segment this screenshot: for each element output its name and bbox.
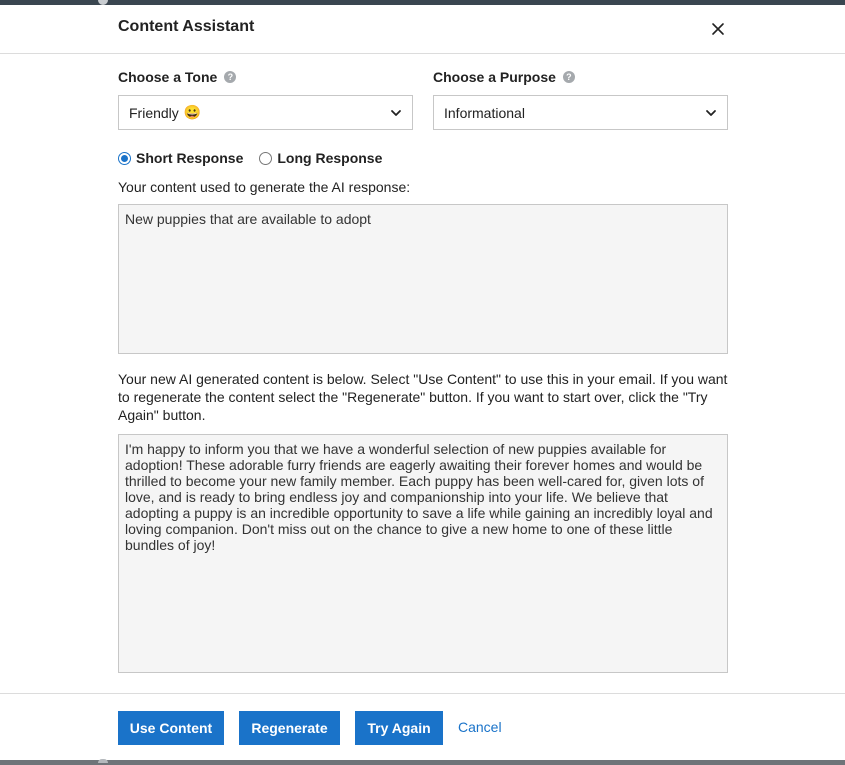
tone-selected-value: Friendly [129, 104, 179, 121]
tone-label: Choose a Tone [118, 69, 218, 85]
smiley-emoji-icon: 😀 [183, 104, 202, 120]
short-response-radio[interactable] [118, 151, 131, 165]
use-content-button[interactable]: Use Content [118, 711, 224, 745]
help-icon[interactable]: ? [224, 71, 237, 83]
long-response-label: Long Response [277, 150, 383, 166]
window-bottom-bar [0, 759, 845, 765]
chevron-down-icon [706, 109, 716, 116]
top-handle [98, 0, 108, 5]
short-response-label: Short Response [136, 150, 244, 166]
try-again-button[interactable]: Try Again [355, 711, 443, 745]
long-response-option[interactable]: Long Response [259, 150, 382, 166]
cancel-link[interactable]: Cancel [458, 719, 502, 735]
tone-label-group: Choose a Tone ? [118, 69, 237, 85]
tone-select[interactable]: Friendly 😀 [118, 95, 413, 130]
regenerate-button[interactable]: Regenerate [239, 711, 340, 745]
close-icon[interactable] [707, 18, 729, 40]
purpose-label-group: Choose a Purpose ? [433, 69, 575, 85]
help-icon[interactable]: ? [562, 71, 575, 83]
window-top-bar [0, 0, 845, 5]
input-textarea[interactable]: New puppies that are available to adopt [118, 204, 728, 354]
chevron-down-icon [391, 109, 401, 116]
dialog-title: Content Assistant [118, 18, 255, 35]
response-length-group: Short Response Long Response [118, 150, 398, 166]
output-instructions: Your new AI generated content is below. … [118, 371, 728, 423]
purpose-selected-value: Informational [444, 104, 525, 121]
footer-divider [0, 693, 845, 694]
output-textarea[interactable]: I'm happy to inform you that we have a w… [118, 434, 728, 673]
long-response-radio[interactable] [259, 151, 273, 165]
purpose-select[interactable]: Informational [433, 95, 728, 130]
short-response-option[interactable]: Short Response [118, 150, 243, 166]
bottom-handle [98, 759, 108, 763]
purpose-label: Choose a Purpose [433, 69, 556, 85]
input-label: Your content used to generate the AI res… [118, 179, 411, 195]
header-divider [0, 53, 845, 54]
